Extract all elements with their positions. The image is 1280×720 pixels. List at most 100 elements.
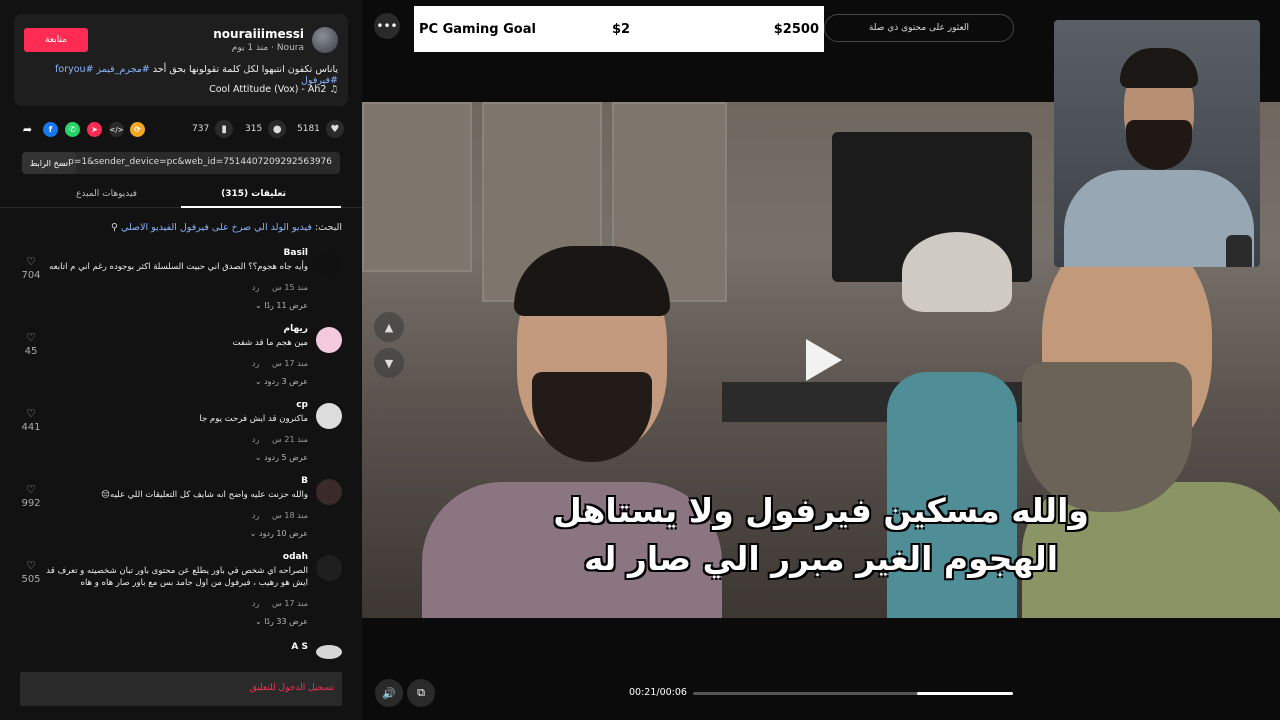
panel-tabs: فيديوهات المبدع تعليقات (315) xyxy=(0,182,362,208)
more-options-icon[interactable]: ••• xyxy=(374,13,400,39)
comment-item: odah الصراحه اي شخص في باور يطلع عن محتو… xyxy=(0,552,362,626)
comment-time: منذ 21 س xyxy=(272,435,308,444)
comment-like[interactable]: ♡ 45 xyxy=(16,331,46,357)
comment-meta: منذ 15 س رد xyxy=(252,283,308,292)
comment-item: ريهام مين هجم ما قد شفت منذ 17 س رد عرض … xyxy=(0,324,362,397)
music-note-icon: ♫ xyxy=(329,84,338,95)
comment-avatar[interactable] xyxy=(316,555,342,581)
login-to-comment-link[interactable]: تسجيل الدخول للتعليق xyxy=(250,683,334,693)
reply-link[interactable]: رد xyxy=(252,359,259,368)
author-username[interactable]: nouraiiimessi xyxy=(213,27,304,41)
like-action[interactable]: 5181 ♥ xyxy=(297,120,344,138)
facebook-icon[interactable]: f xyxy=(43,122,58,137)
view-replies-button[interactable]: عرض 5 ردود ⌄ xyxy=(255,453,308,462)
comment-author[interactable]: A S xyxy=(291,642,308,652)
search-icon: ⚲ xyxy=(110,222,118,233)
comment-avatar[interactable] xyxy=(316,327,342,353)
search-prefix: البحث: xyxy=(314,222,342,233)
streamer-webcam xyxy=(1054,20,1260,267)
subtitle-line: والله مسكين فيرفول ولا يستاهل xyxy=(553,491,1089,530)
comment-time: منذ 15 س xyxy=(272,283,308,292)
comment-text: ماكنرون قد ايش فرحت يوم جا xyxy=(199,414,308,424)
comment-like[interactable]: ♡ 704 xyxy=(16,255,46,281)
comment-like[interactable]: ♡ 505 xyxy=(16,559,46,585)
progress-bar[interactable] xyxy=(693,692,1013,695)
volume-icon[interactable]: 🔊 xyxy=(375,679,403,707)
post-time: منذ 1 يوم xyxy=(231,43,269,53)
reply-link[interactable]: رد xyxy=(252,511,259,520)
comment-count: 315 xyxy=(245,124,263,134)
music-link[interactable]: Cool Attitude (Vox) - Ah2 ♫ xyxy=(209,84,338,95)
tab-comments[interactable]: تعليقات (315) xyxy=(221,189,286,199)
comment-author[interactable]: Basil xyxy=(284,248,308,258)
comment-item: A S xyxy=(0,642,362,661)
find-related-content-button[interactable]: العثور على محتوى ذي صلة xyxy=(824,14,1014,42)
comment-meta: منذ 18 س رد xyxy=(252,511,308,520)
comment-author[interactable]: odah xyxy=(283,552,308,562)
video-caption: ياناس تكفون انتبهوا لكل كلمة تقولونها بح… xyxy=(24,64,338,86)
share-link-text[interactable]: ...p=1&sender_device=pc&web_id=751440720… xyxy=(60,157,332,167)
person-beard xyxy=(532,372,652,462)
author-display-name: Noura xyxy=(276,43,304,53)
comment-item: B والله حزنت عليه واضح انه شايف كل التعل… xyxy=(0,476,362,549)
person-hair xyxy=(514,246,670,316)
comment-like[interactable]: ♡ 441 xyxy=(16,407,46,433)
comment-like[interactable]: ♡ 992 xyxy=(16,483,46,509)
comment-text: وأيه جاه هجوم؟؟ الصدق اني حبيت السلسلة ا… xyxy=(49,262,308,272)
reply-link[interactable]: رد xyxy=(252,435,259,444)
next-video-chevron-down-icon[interactable]: ▼ xyxy=(374,348,404,378)
view-replies-label: عرض 5 ردود xyxy=(264,453,308,462)
view-replies-button[interactable]: عرض 10 ردود ⌄ xyxy=(250,529,308,538)
caption-text: ياناس تكفون انتبهوا لكل كلمة تقولونها بح… xyxy=(152,64,338,75)
comment-avatar[interactable] xyxy=(316,251,342,277)
author-avatar[interactable] xyxy=(312,27,338,53)
view-replies-button[interactable]: عرض 33 ردًا ⌄ xyxy=(255,617,308,626)
comment-author[interactable]: B xyxy=(301,476,308,486)
comment-action[interactable]: 315 ● xyxy=(245,120,287,138)
embed-icon[interactable]: </> xyxy=(109,122,124,137)
tab-creator-videos[interactable]: فيديوهات المبدع xyxy=(76,189,137,199)
video-stage: ••• PC Gaming Goal $2 $2500 العثور على م… xyxy=(362,0,1280,720)
share-arrow-icon[interactable]: ➦ xyxy=(20,122,35,137)
play-icon[interactable] xyxy=(806,339,842,381)
person-beard xyxy=(1126,120,1192,170)
picture-in-picture-icon[interactable]: ⧉ xyxy=(407,679,435,707)
reply-link[interactable]: رد xyxy=(252,283,259,292)
stream-goal-overlay: PC Gaming Goal $2 $2500 xyxy=(414,6,824,52)
reply-link[interactable]: رد xyxy=(252,599,259,608)
subtitle-line: الهجوم الغير مبرر الي صار له xyxy=(583,539,1059,578)
details-panel: متابعة nouraiiimessi Noura · منذ 1 يوم ي… xyxy=(0,0,362,720)
comment-text: الصراحه اي شخص في باور يطلع عن محتوى باو… xyxy=(46,566,308,588)
chevron-down-icon: ⌄ xyxy=(254,301,262,310)
comment-like-count: 704 xyxy=(21,270,41,281)
view-replies-label: عرض 10 ردود xyxy=(259,529,308,538)
comment-like-count: 45 xyxy=(24,346,38,357)
comment-avatar[interactable] xyxy=(316,479,342,505)
author-card: متابعة nouraiiimessi Noura · منذ 1 يوم ي… xyxy=(14,14,348,106)
whatsapp-icon[interactable]: ✆ xyxy=(65,122,80,137)
comment-meta: منذ 21 س رد xyxy=(252,435,308,444)
login-to-comment-bar[interactable]: تسجيل الدخول للتعليق xyxy=(20,672,342,706)
follow-button[interactable]: متابعة xyxy=(24,28,88,52)
comment-text: والله حزنت عليه واضح انه شايف كل التعليق… xyxy=(101,490,308,500)
chevron-down-icon: ⌄ xyxy=(249,529,257,538)
comment-time: منذ 17 س xyxy=(272,359,308,368)
music-title: Cool Attitude (Vox) - Ah2 xyxy=(209,84,327,95)
view-replies-label: عرض 11 ردًا xyxy=(264,301,308,310)
view-replies-button[interactable]: عرض 3 ردود ⌄ xyxy=(255,377,308,386)
comment-avatar[interactable] xyxy=(316,403,342,429)
view-replies-button[interactable]: عرض 11 ردًا ⌄ xyxy=(255,301,308,310)
repost-icon[interactable]: ⟳ xyxy=(130,122,145,137)
search-suggestion[interactable]: البحث: فيديو الولد الي صرخ على فيرفول ال… xyxy=(111,222,342,233)
previous-video-chevron-up-icon[interactable]: ▲ xyxy=(374,312,404,342)
save-action[interactable]: 737 ▮ xyxy=(192,120,234,138)
comment-author[interactable]: cp xyxy=(296,400,308,410)
comment-author[interactable]: ريهام xyxy=(284,324,308,334)
comment-time: منذ 18 س xyxy=(272,511,308,520)
goal-current: $2 xyxy=(612,22,631,37)
view-replies-label: عرض 3 ردود xyxy=(264,377,308,386)
share-link-row: نسخ الرابط ...p=1&sender_device=pc&web_i… xyxy=(22,152,340,174)
comment-avatar[interactable] xyxy=(316,645,342,659)
comment-like-count: 992 xyxy=(21,498,41,509)
send-icon[interactable]: ➤ xyxy=(87,122,102,137)
